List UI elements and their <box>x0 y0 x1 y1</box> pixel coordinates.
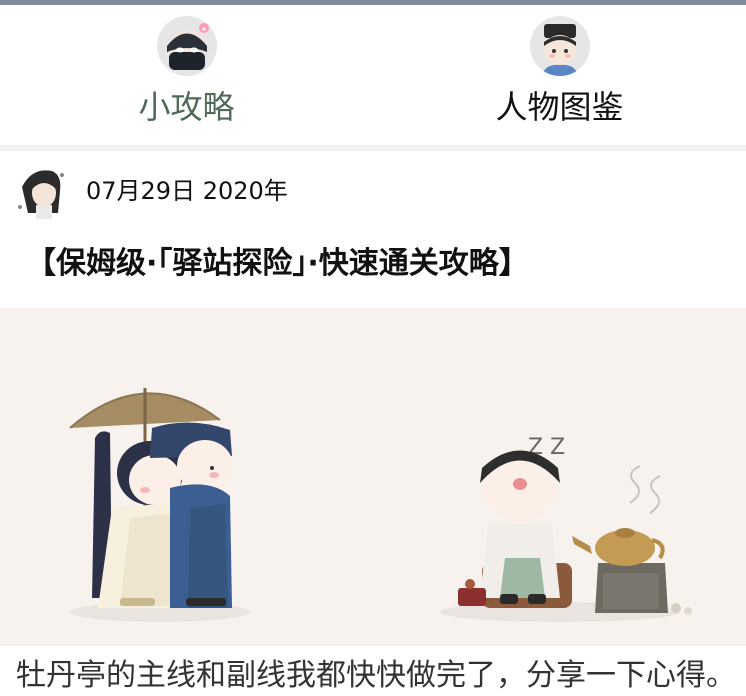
post-body-preview: 牡丹亭的主线和副线我都快快做完了，分享一下心得。 <box>16 658 736 693</box>
post-date: 07月29日 2020年 <box>86 177 288 205</box>
svg-text:❀: ❀ <box>201 26 206 33</box>
tab-guides-label: 小攻略 <box>138 88 235 126</box>
masked-character-avatar: ❀ <box>156 16 217 76</box>
scholar-character-avatar <box>529 16 590 76</box>
post-cover-image[interactable]: Z Z <box>0 308 746 646</box>
post-title[interactable]: 【保姆级·「驿站探险」·快速通关攻略】 <box>26 246 529 282</box>
author-avatar[interactable] <box>12 161 72 221</box>
tab-character-gallery-label: 人物图鉴 <box>495 88 624 126</box>
post-header: 07月29日 2020年 【保姆级·「驿站探险」·快速通关攻略】 <box>0 151 746 308</box>
tab-character-gallery[interactable]: 人物图鉴 <box>373 5 746 145</box>
tab-bar: ❀ 小攻略 人物图鉴 <box>0 5 746 150</box>
tab-guides[interactable]: ❀ 小攻略 <box>0 5 373 145</box>
